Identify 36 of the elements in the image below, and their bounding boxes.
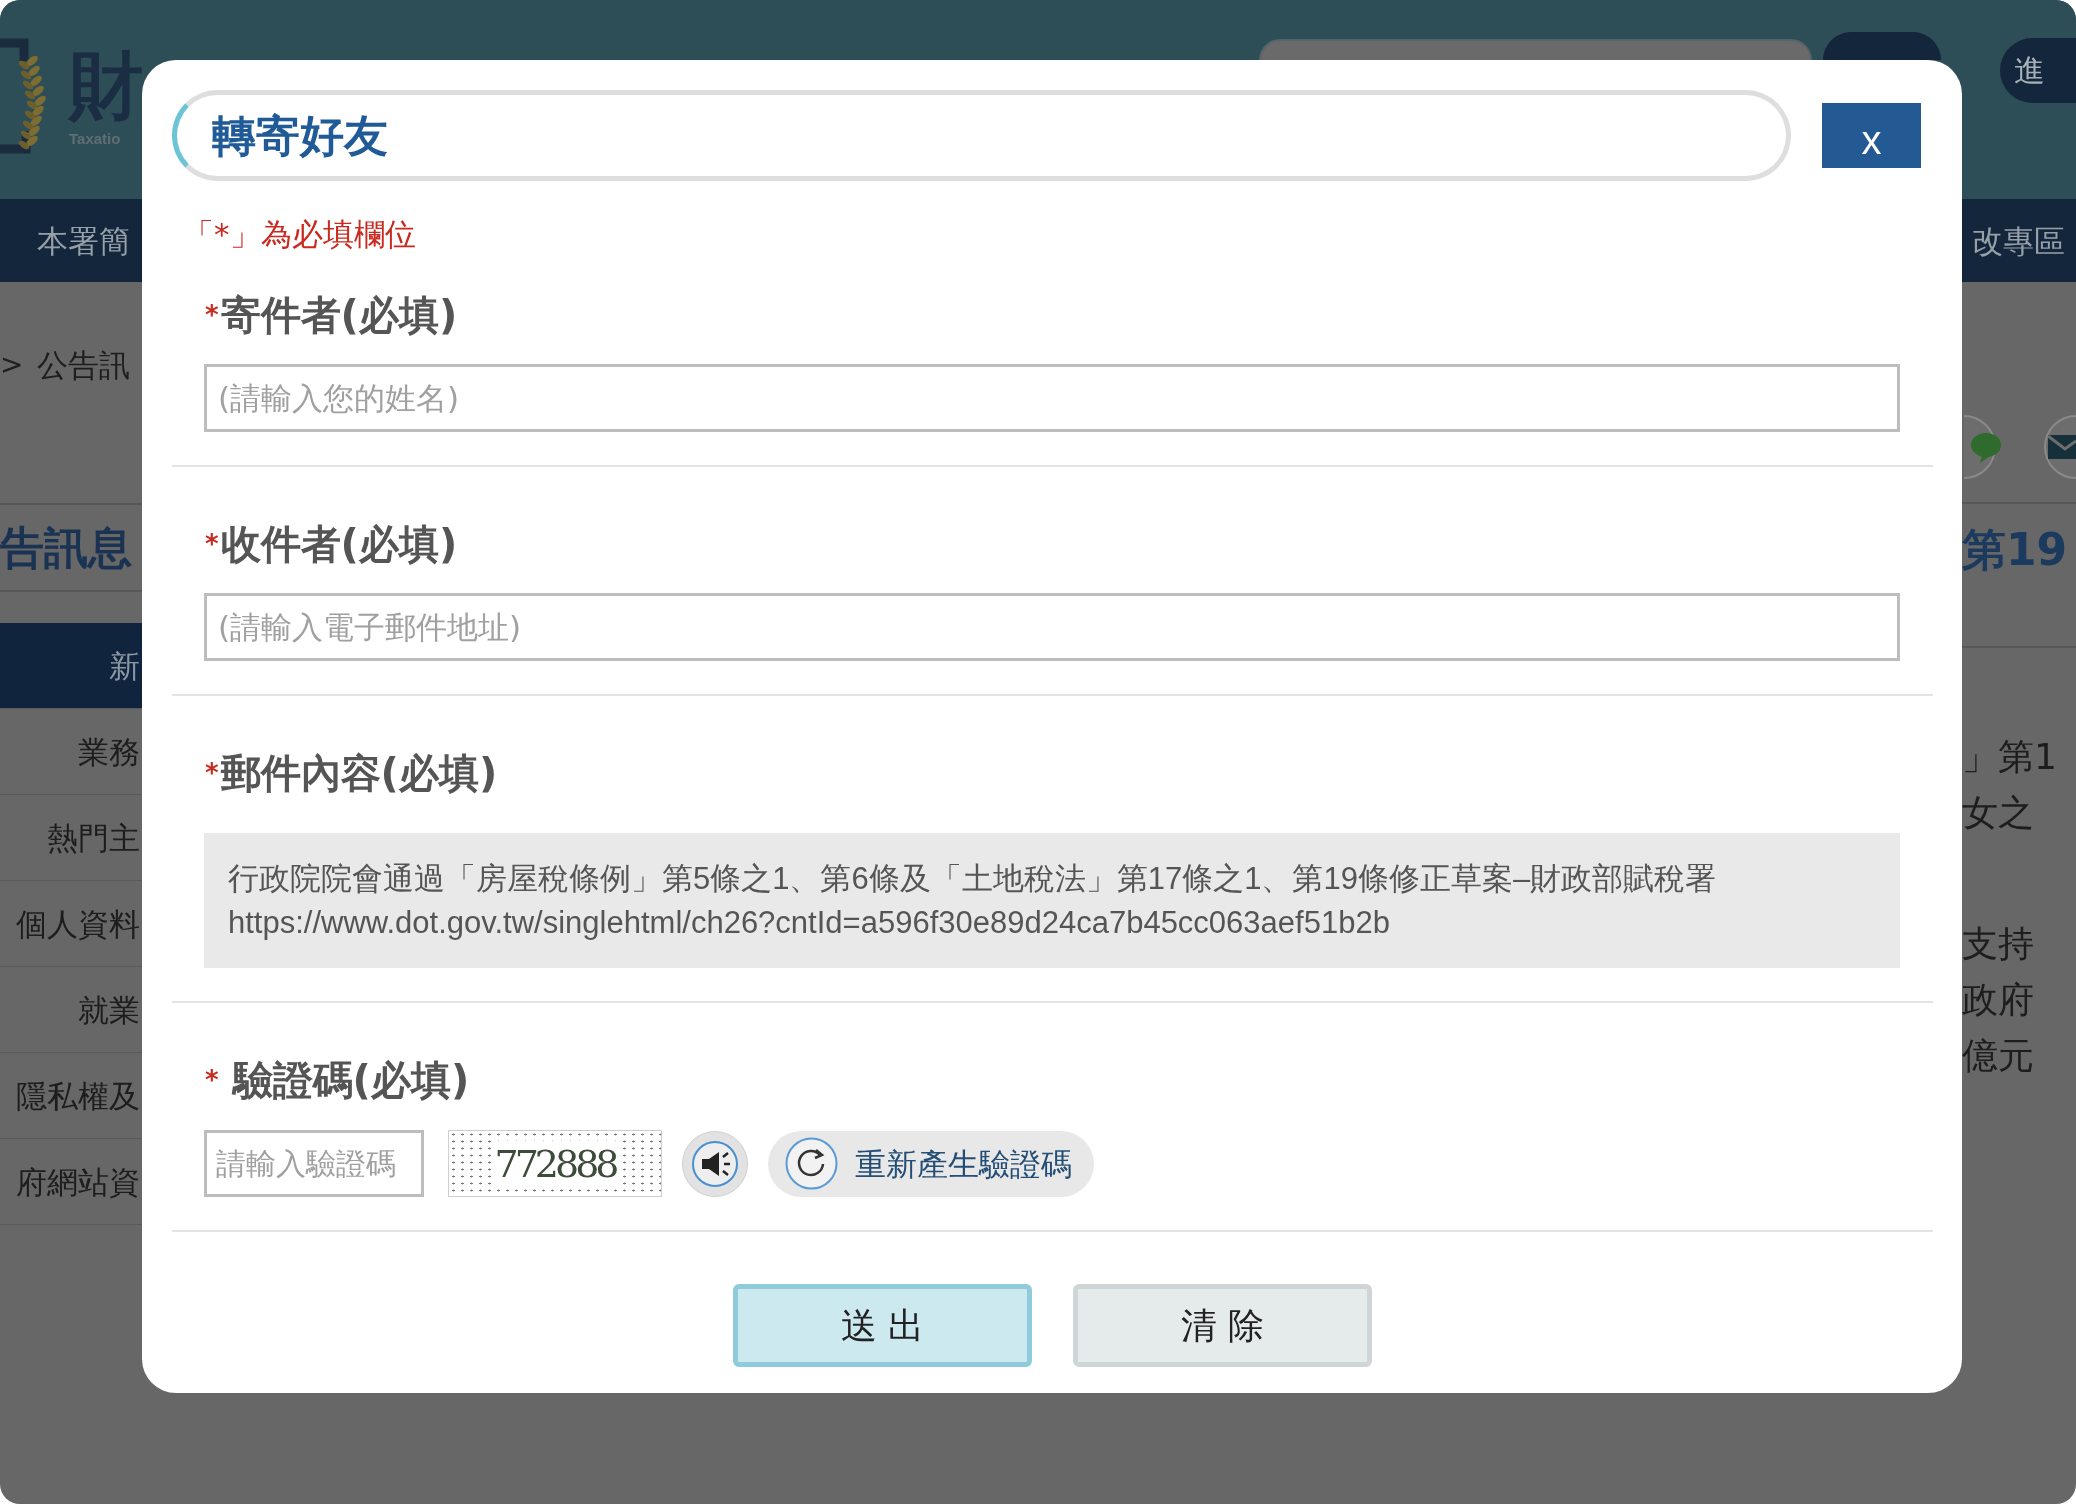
field-label: 收件者(必填) (220, 520, 458, 568)
breadcrumb-link[interactable]: 公告訊 (37, 345, 130, 385)
field-label: 寄件者(必填) (220, 291, 458, 339)
captcha-input[interactable]: 請輸入驗證碼 (204, 1130, 424, 1197)
message-text: 行政院院會通過「房屋稅條例」第5條之1、第6條及「土地稅法」第17條之1、第19條修正草案–財政部賦稅署 (228, 859, 1718, 898)
input-field[interactable]: (請輸入電子郵件地址) (204, 593, 1900, 661)
article-text: 女之 (1962, 791, 2035, 835)
speaker-icon (691, 1139, 739, 1188)
required-mark: * (205, 760, 219, 786)
message-text: https://www.dot.gov.tw/singlehtml/ch26?cntId=a596f30e89d24ca7b45cc063aef51b2b (228, 903, 1391, 942)
refresh-captcha-button[interactable]: 重新產生驗證碼 (768, 1130, 1094, 1197)
close-button[interactable]: x (1822, 103, 1921, 168)
dialog-title: 轉寄好友 (212, 109, 388, 162)
search-button[interactable] (1823, 32, 1941, 60)
refresh-icon (785, 1137, 838, 1190)
required-note: 「*」為必填欄位 (183, 215, 416, 254)
article-title: 第19 (1962, 524, 2069, 576)
article-text: 政府 (1962, 978, 2035, 1022)
nav-link[interactable]: 改專區 (1972, 220, 2065, 261)
article-text: 」第1 (1962, 735, 2058, 779)
search-field[interactable] (1259, 39, 1812, 60)
section-heading: 告訊息 (0, 521, 132, 574)
article-text: 億元 (1962, 1034, 2035, 1078)
sidebar-item[interactable]: 新 (0, 623, 142, 709)
nav-button[interactable]: 進 (2000, 38, 2076, 103)
article-text: 支持 (1962, 922, 2035, 966)
input-field[interactable]: (請輸入您的姓名) (204, 364, 1900, 432)
nav-link[interactable]: 本署簡 (37, 220, 130, 261)
required-mark: * (205, 302, 219, 328)
field-label: 驗證碼(必填) (232, 1056, 470, 1104)
required-mark: * (205, 531, 219, 557)
required-mark: * (205, 1067, 219, 1093)
breadcrumb-separator: > (0, 347, 25, 383)
submit-button[interactable]: 送 出 (733, 1284, 1032, 1367)
clear-button[interactable]: 清 除 (1073, 1284, 1372, 1367)
field-label: 郵件內容(必填) (220, 749, 498, 797)
